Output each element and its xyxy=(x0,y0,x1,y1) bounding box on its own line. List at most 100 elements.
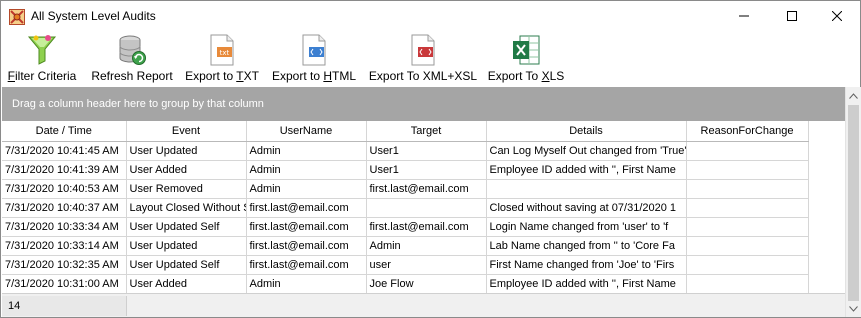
cell-username: Admin xyxy=(246,274,367,293)
grid-footer: 14 xyxy=(2,293,845,317)
export-xml-xsl-button[interactable]: Export To XML+XSL xyxy=(368,33,478,85)
cell-details: Employee ID added with '', First Name xyxy=(486,274,687,293)
filter-criteria-button[interactable]: Filter Criteria xyxy=(7,33,77,85)
cell-date-time: 7/31/2020 10:32:35 AM xyxy=(2,255,127,275)
export-html-label: Export to HTML xyxy=(271,69,357,83)
column-header-target[interactable]: Target xyxy=(366,121,487,142)
cell-target: first.last@email.com xyxy=(366,217,487,237)
minimize-icon xyxy=(739,15,749,17)
cell-reason xyxy=(686,179,809,199)
cell-username: first.last@email.com xyxy=(246,217,367,237)
export-xls-button[interactable]: Export To XLS xyxy=(487,33,565,85)
cell-username: Admin xyxy=(246,160,367,180)
cell-target: first.last@email.com xyxy=(366,179,487,199)
cell-date-time: 7/31/2020 10:40:53 AM xyxy=(2,179,127,199)
cell-details: Closed without saving at 07/31/2020 1 xyxy=(486,198,687,218)
table-row[interactable]: 7/31/2020 10:41:45 AM User Updated Admin… xyxy=(2,141,809,161)
close-icon xyxy=(832,11,842,21)
cell-reason xyxy=(686,160,809,180)
close-button[interactable] xyxy=(814,1,860,31)
cell-date-time: 7/31/2020 10:31:00 AM xyxy=(2,274,127,293)
html-file-icon xyxy=(297,33,331,67)
chevron-up-icon xyxy=(849,92,858,99)
cell-target: user xyxy=(366,255,487,275)
app-logo-icon xyxy=(9,9,25,25)
cell-date-time: 7/31/2020 10:41:39 AM xyxy=(2,160,127,180)
refresh-report-label: Refresh Report xyxy=(91,69,173,83)
cell-reason xyxy=(686,141,809,161)
txt-file-icon: txt xyxy=(205,33,239,67)
export-xls-label: Export To XLS xyxy=(487,69,565,83)
table-row[interactable]: 7/31/2020 10:33:34 AM User Updated Self … xyxy=(2,217,809,237)
cell-target: Admin xyxy=(366,236,487,256)
table-row[interactable]: 7/31/2020 10:33:14 AM User Updated first… xyxy=(2,236,809,256)
table-row[interactable]: 7/31/2020 10:41:39 AM User Added Admin U… xyxy=(2,160,809,180)
title-bar: All System Level Audits xyxy=(1,1,860,31)
cell-reason xyxy=(686,236,809,256)
table-row[interactable]: 7/31/2020 10:40:37 AM Layout Closed With… xyxy=(2,198,809,218)
refresh-report-button[interactable]: Refresh Report xyxy=(91,33,173,85)
cell-date-time: 7/31/2020 10:33:14 AM xyxy=(2,236,127,256)
column-header-reason-for-change[interactable]: ReasonForChange xyxy=(686,121,809,142)
cell-details: Employee ID added with '', First Name xyxy=(486,160,687,180)
cell-details xyxy=(486,179,687,199)
cell-reason xyxy=(686,255,809,275)
cell-target xyxy=(366,198,487,218)
scroll-up-button[interactable] xyxy=(846,87,861,104)
table-row[interactable]: 7/31/2020 10:40:53 AM User Removed Admin… xyxy=(2,179,809,199)
chevron-down-icon xyxy=(849,305,858,312)
column-header-event[interactable]: Event xyxy=(126,121,247,142)
minimize-button[interactable] xyxy=(721,1,767,31)
database-refresh-icon xyxy=(115,33,149,67)
cell-event: User Updated Self xyxy=(126,217,247,237)
vertical-scrollbar[interactable] xyxy=(845,87,861,317)
cell-details: Login Name changed from 'user' to 'f xyxy=(486,217,687,237)
table-row[interactable]: 7/31/2020 10:31:00 AM User Added Admin J… xyxy=(2,274,809,293)
scrollbar-thumb[interactable] xyxy=(848,105,859,301)
audit-grid: Date / Time Event UserName Target Detail… xyxy=(2,121,845,293)
column-header-details[interactable]: Details xyxy=(486,121,687,142)
column-header-username[interactable]: UserName xyxy=(246,121,367,142)
cell-event: User Added xyxy=(126,160,247,180)
maximize-button[interactable] xyxy=(769,1,815,31)
cell-username: first.last@email.com xyxy=(246,198,367,218)
cell-details: Lab Name changed from '' to 'Core Fa xyxy=(486,236,687,256)
cell-event: User Updated Self xyxy=(126,255,247,275)
filter-criteria-label: Filter Criteria xyxy=(7,69,77,83)
toolbar: Filter Criteria Refresh Report txt Expor… xyxy=(1,31,860,87)
group-by-panel[interactable]: Drag a column header here to group by th… xyxy=(2,87,845,121)
row-count-cell: 14 xyxy=(2,296,127,316)
cell-date-time: 7/31/2020 10:40:37 AM xyxy=(2,198,127,218)
export-txt-button[interactable]: txt Export to TXT xyxy=(185,33,259,85)
column-header-date-time[interactable]: Date / Time xyxy=(2,121,127,142)
cell-date-time: 7/31/2020 10:33:34 AM xyxy=(2,217,127,237)
export-html-button[interactable]: Export to HTML xyxy=(272,33,356,85)
cell-event: User Removed xyxy=(126,179,247,199)
cell-event: Layout Closed Without Saving xyxy=(126,198,247,218)
window-title: All System Level Audits xyxy=(31,9,156,23)
cell-details: Can Log Myself Out changed from 'True' xyxy=(486,141,687,161)
table-row[interactable]: 7/31/2020 10:32:35 AM User Updated Self … xyxy=(2,255,809,275)
cell-date-time: 7/31/2020 10:41:45 AM xyxy=(2,141,127,161)
cell-target: User1 xyxy=(366,160,487,180)
funnel-icon xyxy=(25,33,59,67)
audit-window: All System Level Audits Filter Criteria xyxy=(0,0,861,318)
cell-event: User Added xyxy=(126,274,247,293)
cell-target: Joe Flow xyxy=(366,274,487,293)
cell-event: User Updated xyxy=(126,141,247,161)
cell-username: Admin xyxy=(246,141,367,161)
maximize-icon xyxy=(787,11,797,21)
cell-username: first.last@email.com xyxy=(246,255,367,275)
cell-reason xyxy=(686,217,809,237)
cell-reason xyxy=(686,198,809,218)
xml-file-icon xyxy=(406,33,440,67)
cell-reason xyxy=(686,274,809,293)
export-xml-xsl-label: Export To XML+XSL xyxy=(368,69,478,83)
group-by-hint: Drag a column header here to group by th… xyxy=(12,98,264,110)
cell-username: Admin xyxy=(246,179,367,199)
scroll-down-button[interactable] xyxy=(846,300,861,317)
cell-details: First Name changed from 'Joe' to 'Firs xyxy=(486,255,687,275)
svg-text:txt: txt xyxy=(220,49,230,57)
cell-target: User1 xyxy=(366,141,487,161)
header-row: Date / Time Event UserName Target Detail… xyxy=(2,121,809,142)
